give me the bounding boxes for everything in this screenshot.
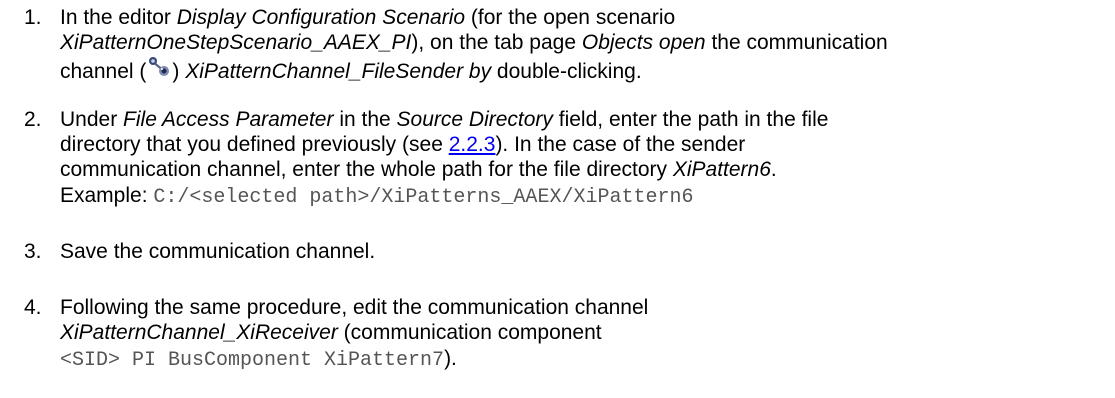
step-number: 2.	[24, 108, 42, 131]
text: in the	[333, 108, 397, 131]
step-1-line-3: channel ( ) XiPatternChannel_FileSender …	[60, 56, 642, 85]
text: Following the same procedure, edit the c…	[60, 296, 649, 319]
parameter-name: File Access Parameter	[123, 108, 334, 131]
step-4-line-2: XiPatternChannel_XiReceiver (communicati…	[60, 320, 602, 346]
scenario-name: XiPatternOneStepScenario_AAEX_PI	[60, 31, 412, 54]
text: Save the communication channel.	[60, 240, 376, 263]
step-number: 3.	[24, 240, 42, 263]
component-name: <SID> PI BusComponent XiPattern7	[60, 349, 445, 372]
text: the communication	[705, 31, 888, 54]
example-label: Example:	[60, 184, 154, 207]
step-1: 1. In the editor Display Configuration S…	[24, 5, 1109, 85]
step-number: 4.	[24, 296, 42, 319]
step-4-line-1: Following the same procedure, edit the c…	[60, 295, 648, 321]
step-2-line-4: Example: C:/<selected path>/XiPatterns_A…	[60, 183, 693, 211]
step-2-line-3: communication channel, enter the whole p…	[60, 157, 777, 183]
step-4-line-3: <SID> PI BusComponent XiPattern7).	[60, 346, 457, 374]
text: In the editor	[60, 6, 177, 29]
step-1-line-1: In the editor Display Configuration Scen…	[60, 5, 675, 31]
text: .	[770, 158, 777, 181]
text: ). In the case of the sender	[495, 133, 746, 156]
field-name: Source Directory	[396, 108, 553, 131]
text: double-clicking.	[491, 60, 642, 83]
step-2-line-1: Under File Access Parameter in the Sourc…	[60, 107, 828, 133]
step-2-line-2: directory that you defined previously (s…	[60, 132, 745, 158]
channel-name: XiPatternChannel_XiReceiver	[60, 321, 338, 344]
text: ).	[444, 347, 457, 370]
text: directory that you defined previously (s…	[60, 133, 449, 156]
text: (communication component	[337, 321, 602, 344]
text: communication channel, enter the whole p…	[60, 158, 673, 181]
step-3: 3. Save the communication channel.	[24, 239, 1109, 267]
section-link[interactable]: 2.2.3	[449, 133, 496, 156]
communication-channel-icon	[147, 56, 171, 80]
channel-name: XiPatternChannel_FileSender by	[185, 60, 492, 83]
step-3-line-1: Save the communication channel.	[60, 239, 375, 265]
text: )	[172, 60, 186, 83]
tab-page-name: Objects open	[581, 31, 706, 54]
editor-name: Display Configuration Scenario	[176, 6, 466, 29]
step-number: 1.	[24, 6, 42, 29]
text: field, enter the path in the file	[552, 108, 829, 131]
step-4: 4. Following the same procedure, edit th…	[24, 295, 1109, 375]
step-1-line-2: XiPatternOneStepScenario_AAEX_PI), on th…	[60, 30, 888, 56]
text: Under	[60, 108, 124, 131]
step-2: 2. Under File Access Parameter in the So…	[24, 107, 1109, 211]
text: ), on the tab page	[411, 31, 582, 54]
text: (for the open scenario	[465, 6, 676, 29]
text: channel (	[60, 60, 147, 83]
directory-name: XiPattern6	[672, 158, 771, 181]
example-path: C:/<selected path>/XiPatterns_AAEX/XiPat…	[153, 186, 694, 209]
